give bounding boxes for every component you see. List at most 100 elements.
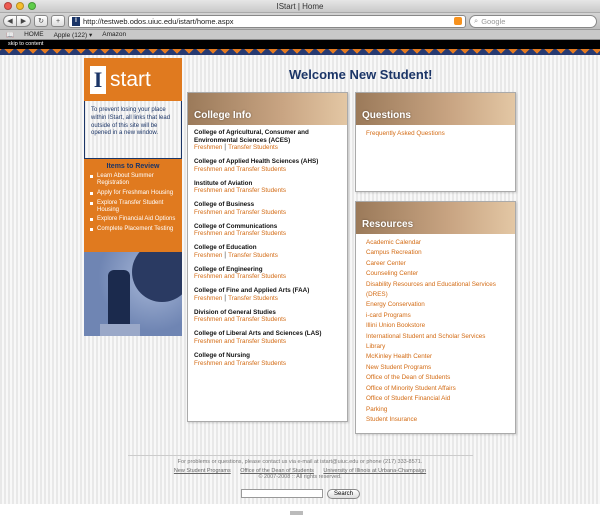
resource-link[interactable]: New Student Programs: [366, 363, 505, 373]
college-link[interactable]: Freshmen and Transfer Students: [194, 209, 286, 216]
istart-logo[interactable]: I start: [84, 58, 182, 101]
new-window-notice: To prevent losing your place within ISta…: [84, 101, 182, 159]
college-link[interactable]: Freshmen and Transfer Students: [194, 273, 286, 280]
questions-links: Frequently Asked Questions: [356, 125, 515, 143]
footer-link-new-student-programs[interactable]: New Student Programs: [174, 468, 231, 474]
reload-button[interactable]: ↻: [34, 15, 48, 27]
resource-link[interactable]: Student Insurance: [366, 415, 505, 425]
left-column: I start To prevent losing your place wit…: [84, 58, 182, 336]
items-to-review: Items to Review Learn About Summer Regis…: [84, 159, 182, 252]
resource-link[interactable]: i-card Programs: [366, 311, 505, 321]
back-button[interactable]: ◀: [3, 15, 17, 27]
college-link[interactable]: Freshmen: [194, 252, 222, 259]
add-bookmark-button[interactable]: +: [51, 15, 65, 27]
forward-button[interactable]: ▶: [17, 15, 31, 27]
resource-link[interactable]: Office of Minority Student Affairs: [366, 384, 505, 394]
college-link[interactable]: Freshmen: [194, 295, 222, 302]
review-item[interactable]: Learn About Summer Registration: [90, 173, 176, 187]
resource-link[interactable]: Academic Calendar: [366, 238, 505, 248]
review-item[interactable]: Complete Placement Testing: [90, 226, 176, 233]
review-item[interactable]: Apply for Freshman Housing: [90, 190, 176, 197]
resource-link[interactable]: Illini Union Bookstore: [366, 321, 505, 331]
college-entry: College of Applied Health Sciences (AHS)…: [194, 158, 341, 173]
items-heading: Items to Review: [106, 163, 160, 170]
college-name: College of Applied Health Sciences (AHS): [194, 158, 319, 166]
resource-link[interactable]: Energy Conservation: [366, 300, 505, 310]
college-link[interactable]: Freshmen and Transfer Students: [194, 187, 286, 194]
window-controls: [4, 2, 36, 10]
resource-links: Academic Calendar Campus Recreation Career…: [356, 234, 515, 429]
page-body: I start To prevent losing your place wit…: [0, 49, 600, 515]
college-link[interactable]: Freshmen and Transfer Students: [194, 360, 286, 367]
college-info-header: College Info: [188, 93, 347, 125]
book-icon[interactable]: 📖: [6, 31, 14, 39]
college-link[interactable]: Freshmen: [194, 144, 222, 151]
college-entry: College of Agricultural, Consumer and En…: [194, 129, 341, 151]
resource-link[interactable]: Career Center: [366, 259, 505, 269]
copyright: © 2007-2008 :: All rights reserved.: [258, 474, 342, 480]
college-link[interactable]: Transfer Students: [228, 144, 278, 151]
college-name: Division of General Studies: [194, 308, 276, 316]
college-name: Institute of Aviation: [194, 179, 253, 187]
site-favicon-icon: I: [72, 16, 80, 26]
faq-link[interactable]: Frequently Asked Questions: [366, 129, 505, 139]
college-name: College of Engineering: [194, 265, 263, 273]
window-title: IStart | Home: [276, 2, 324, 11]
search-icon: ⌕: [474, 16, 479, 25]
site-search: Search: [241, 489, 361, 499]
resource-link[interactable]: International Student and Scholar Servic…: [366, 332, 505, 342]
logo-letter: I: [90, 65, 106, 94]
skip-to-content-link[interactable]: skip to content: [0, 40, 600, 49]
nav-buttons: ◀ ▶: [3, 15, 31, 27]
college-info-panel: College Info College of Agricultural, Co…: [187, 92, 348, 422]
college-link[interactable]: Freshmen and Transfer Students: [194, 338, 286, 345]
college-name: College of Education: [194, 244, 257, 252]
site-search-button[interactable]: Search: [327, 489, 361, 499]
resources-panel: Resources Academic Calendar Campus Recrea…: [355, 201, 516, 434]
college-link[interactable]: Freshmen and Transfer Students: [194, 316, 286, 323]
college-list: College of Agricultural, Consumer and En…: [188, 125, 347, 378]
resource-link[interactable]: Counseling Center: [366, 269, 505, 279]
college-entry: College of Fine and Applied Arts (FAA) Fr…: [194, 287, 341, 302]
college-entry: College of Business Freshmen and Transfer…: [194, 201, 341, 216]
college-entry: College of Engineering Freshmen and Trans…: [194, 266, 341, 281]
college-link[interactable]: Freshmen and Transfer Students: [194, 166, 286, 173]
zoom-window-button[interactable]: [28, 2, 36, 10]
review-item[interactable]: Explore Transfer Student Housing: [90, 200, 176, 214]
college-entry: Institute of Aviation Freshmen and Transf…: [194, 180, 341, 195]
footer: For problems or questions, please contac…: [0, 455, 600, 480]
bookmarks-bar: 📖 HOME Apple (122) ▾ Amazon: [0, 30, 600, 40]
site-search-input[interactable]: [241, 489, 323, 498]
bookmark-apple[interactable]: Apple (122) ▾: [54, 31, 93, 39]
college-name: College of Agricultural, Consumer and En…: [194, 129, 309, 144]
college-link[interactable]: Transfer Students: [228, 295, 278, 302]
college-name: College of Fine and Applied Arts (FAA): [194, 287, 310, 295]
college-entry: Division of General Studies Freshmen and …: [194, 309, 341, 324]
url-text: http://testweb.odos.uiuc.edu/istart/home…: [83, 16, 234, 26]
close-window-button[interactable]: [4, 2, 12, 10]
resource-link[interactable]: McKinley Health Center: [366, 352, 505, 362]
search-placeholder: Google: [481, 16, 506, 26]
review-item[interactable]: Explore Financial Aid Options: [90, 216, 176, 223]
resource-link[interactable]: Office of the Dean of Students: [366, 373, 505, 383]
college-link[interactable]: Freshmen and Transfer Students: [194, 230, 286, 237]
resource-link[interactable]: Campus Recreation: [366, 248, 505, 258]
header-zigzag-banner: [0, 49, 600, 55]
resource-link[interactable]: Library: [366, 342, 505, 352]
resource-link[interactable]: Office of Student Financial Aid: [366, 394, 505, 404]
college-entry: College of Nursing Freshmen and Transfer …: [194, 352, 341, 367]
resource-link[interactable]: Parking: [366, 405, 505, 415]
resource-link[interactable]: Disability Resources and Educational Ser…: [366, 280, 505, 301]
questions-header: Questions: [356, 93, 515, 125]
bookmark-amazon[interactable]: Amazon: [102, 31, 126, 38]
rss-icon[interactable]: [454, 17, 462, 25]
college-entry: College of Communications Freshmen and Tr…: [194, 223, 341, 238]
footer-logo-icon: I: [290, 511, 303, 515]
college-link[interactable]: Transfer Students: [228, 252, 278, 259]
address-bar[interactable]: I http://testweb.odos.uiuc.edu/istart/ho…: [68, 14, 466, 28]
search-field[interactable]: ⌕ Google: [469, 14, 597, 28]
minimize-window-button[interactable]: [16, 2, 24, 10]
bookmark-home[interactable]: HOME: [24, 31, 44, 38]
college-name: College of Communications: [194, 222, 278, 230]
questions-panel: Questions Frequently Asked Questions: [355, 92, 516, 192]
